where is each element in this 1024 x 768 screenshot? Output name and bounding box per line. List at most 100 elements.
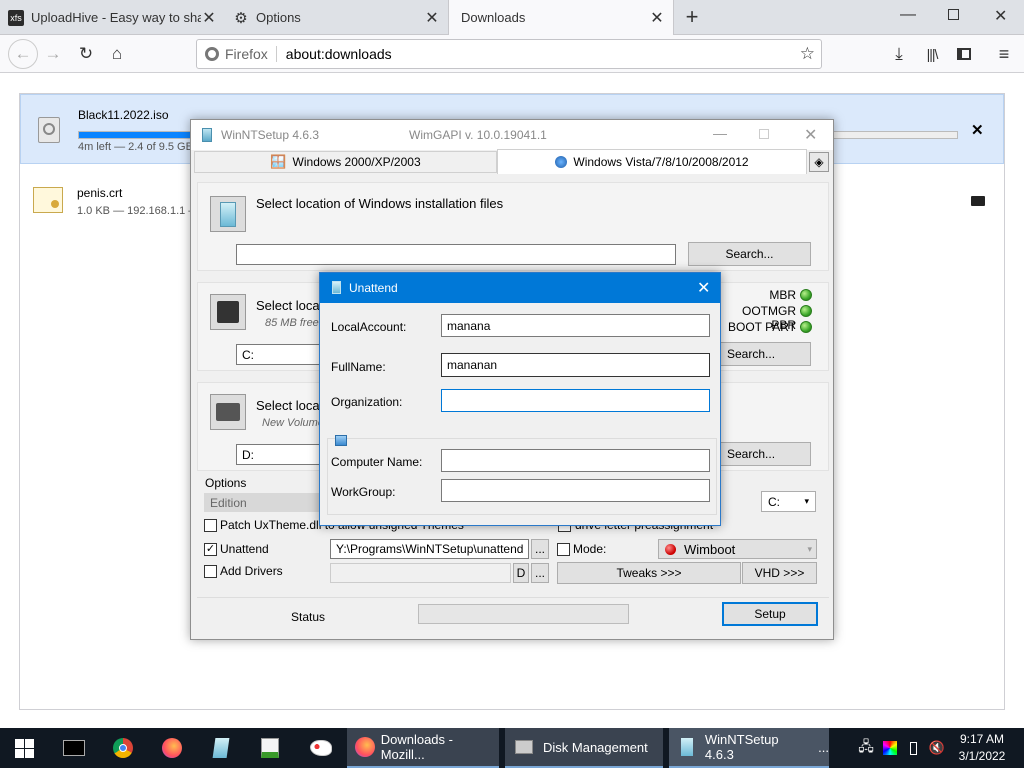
vhd-button[interactable]: VHD >>> xyxy=(742,562,817,584)
window-title: WinNTSetup 4.6.3 xyxy=(221,128,320,142)
minimize-icon[interactable]: — xyxy=(900,6,916,24)
menu-icon[interactable]: ≡ xyxy=(992,42,1016,66)
bootmgr-status-led xyxy=(800,305,812,317)
status-progress xyxy=(418,604,629,624)
taskbar-app-disk-management[interactable]: Disk Management xyxy=(505,728,663,768)
tab-uploadhive[interactable]: xfs UploadHive - Easy way to share ✕ xyxy=(0,0,225,35)
task-manager-icon[interactable] xyxy=(250,728,290,768)
gear-icon: ⚙ xyxy=(234,9,248,27)
forward-icon[interactable]: → xyxy=(41,42,65,66)
drivers-path-input[interactable] xyxy=(330,563,511,583)
close-window-icon[interactable]: ✕ xyxy=(994,6,1007,26)
drive-select-value: C: xyxy=(768,494,780,509)
speaker-muted-icon[interactable]: 🔇 xyxy=(926,728,948,768)
close-tab-icon[interactable]: ✕ xyxy=(649,8,665,28)
library-icon[interactable]: |||\ xyxy=(920,42,944,66)
source-path-input[interactable] xyxy=(236,244,676,265)
drive-select[interactable]: C: ▾ xyxy=(761,491,816,512)
tab-label: Downloads xyxy=(461,10,526,25)
install-source-icon xyxy=(210,196,246,232)
taskbar-app-winntsetup[interactable]: WinNTSetup 4.6.3 ... xyxy=(669,728,829,768)
maximize-icon[interactable] xyxy=(759,129,769,139)
download-arrow-icon[interactable]: ⤓ xyxy=(887,42,911,66)
new-tab-icon[interactable]: + xyxy=(680,5,704,29)
tab-windows-xp[interactable]: 🪟 Windows 2000/XP/2003 xyxy=(194,151,497,173)
color-tray-icon[interactable] xyxy=(880,728,900,768)
mode-select[interactable]: Wimboot ▾ xyxy=(658,539,817,559)
url-text[interactable]: about:downloads xyxy=(286,46,392,62)
taskbar-app-firefox[interactable]: Downloads - Mozill... xyxy=(347,728,499,768)
download-name: penis.crt xyxy=(77,186,123,200)
local-account-input[interactable]: manana xyxy=(441,314,710,337)
network-computer-icon xyxy=(335,435,347,446)
dialog-title-bar: Unattend ✕ xyxy=(320,273,720,303)
tab-label: UploadHive - Easy way to share xyxy=(31,10,201,25)
usb-eject-icon[interactable] xyxy=(904,728,922,768)
boot-drive-input[interactable]: C: xyxy=(236,344,326,365)
workgroup-input[interactable] xyxy=(441,479,710,502)
source-search-button[interactable]: Search... xyxy=(688,242,811,266)
bootpart-status-led xyxy=(800,321,812,333)
download-status: 4m left — 2.4 of 9.5 GB xyxy=(78,141,193,153)
back-icon[interactable]: ← xyxy=(8,39,38,69)
boot-drive-free: 85 MB free xyxy=(265,317,319,329)
drivers-drive-button[interactable]: D xyxy=(513,563,529,583)
tweaks-button[interactable]: Tweaks >>> xyxy=(557,562,741,584)
windows-start-icon[interactable] xyxy=(0,728,48,768)
tab-options[interactable]: ⚙ Options ✕ xyxy=(225,0,448,35)
drivers-browse-button[interactable]: ... xyxy=(531,563,549,583)
full-name-input[interactable]: mananan xyxy=(441,353,710,377)
uploadhive-favicon-icon: xfs xyxy=(8,9,24,26)
winntsetup-pinned-icon[interactable] xyxy=(201,728,241,768)
cancel-download-icon[interactable]: ✕ xyxy=(971,121,984,139)
unattend-path-input[interactable]: Y:\Programs\WinNTSetup\unattend xyxy=(330,539,529,559)
mbr-status-led xyxy=(800,289,812,301)
organization-label: Organization: xyxy=(331,395,403,409)
clock-date[interactable]: 3/1/2022 xyxy=(951,749,1013,763)
tab-downloads[interactable]: Downloads ✕ xyxy=(448,0,674,35)
tab-windows-vista[interactable]: Windows Vista/7/8/10/2008/2012 xyxy=(497,149,807,174)
close-tab-icon[interactable]: ✕ xyxy=(424,8,440,28)
computer-name-input[interactable] xyxy=(441,449,710,472)
tab-label: Windows 2000/XP/2003 xyxy=(292,155,421,169)
bootpart-label: BOOT PART xyxy=(728,320,797,334)
add-drivers-checkbox[interactable] xyxy=(204,565,217,578)
url-identity: Firefox xyxy=(225,46,277,62)
unattend-label: Unattend xyxy=(220,542,269,556)
url-bar[interactable]: Firefox about:downloads ☆ xyxy=(196,39,822,69)
settings-drive-icon[interactable]: ◈ xyxy=(809,152,829,172)
patch-uxtheme-checkbox[interactable] xyxy=(204,519,217,532)
firefox-icon[interactable] xyxy=(152,728,192,768)
boot-drive-label: Select locat xyxy=(256,298,324,313)
chrome-icon[interactable] xyxy=(103,728,143,768)
minimize-icon[interactable]: — xyxy=(713,125,727,141)
close-dialog-icon[interactable]: ✕ xyxy=(697,278,710,298)
status-label: Status xyxy=(291,610,326,624)
home-icon[interactable]: ⌂ xyxy=(105,42,129,66)
taskbar-app-ellipsis: ... xyxy=(818,739,829,755)
paint-icon[interactable] xyxy=(299,728,343,768)
windows-vista-orb-icon xyxy=(555,156,568,168)
reload-icon[interactable]: ↻ xyxy=(74,42,98,66)
network-icon[interactable]: 🖧 xyxy=(856,728,876,768)
download-name: Black11.2022.iso xyxy=(78,108,169,122)
sidebar-icon[interactable] xyxy=(952,42,976,66)
clock-time[interactable]: 9:17 AM xyxy=(951,732,1013,746)
unattend-browse-button[interactable]: ... xyxy=(531,539,549,559)
bookmark-star-icon[interactable]: ☆ xyxy=(800,44,815,64)
tab-label: Windows Vista/7/8/10/2008/2012 xyxy=(573,155,749,169)
iso-file-icon xyxy=(38,117,60,143)
organization-input[interactable] xyxy=(441,389,710,412)
unattend-dialog: Unattend ✕ LocalAccount: manana FullName… xyxy=(319,272,721,526)
setup-button[interactable]: Setup xyxy=(722,602,818,626)
mode-checkbox[interactable] xyxy=(557,543,570,556)
install-drive-input[interactable]: D: xyxy=(236,444,326,465)
folder-icon[interactable] xyxy=(971,196,985,206)
close-tab-icon[interactable]: ✕ xyxy=(201,8,217,28)
close-window-icon[interactable]: ✕ xyxy=(804,125,817,145)
computer-name-label: Computer Name: xyxy=(331,455,423,469)
windows-xp-flag-icon: 🪟 xyxy=(270,154,287,169)
restore-icon[interactable] xyxy=(948,9,959,20)
terminal-icon[interactable] xyxy=(54,728,94,768)
unattend-checkbox[interactable]: ✓ xyxy=(204,543,217,556)
